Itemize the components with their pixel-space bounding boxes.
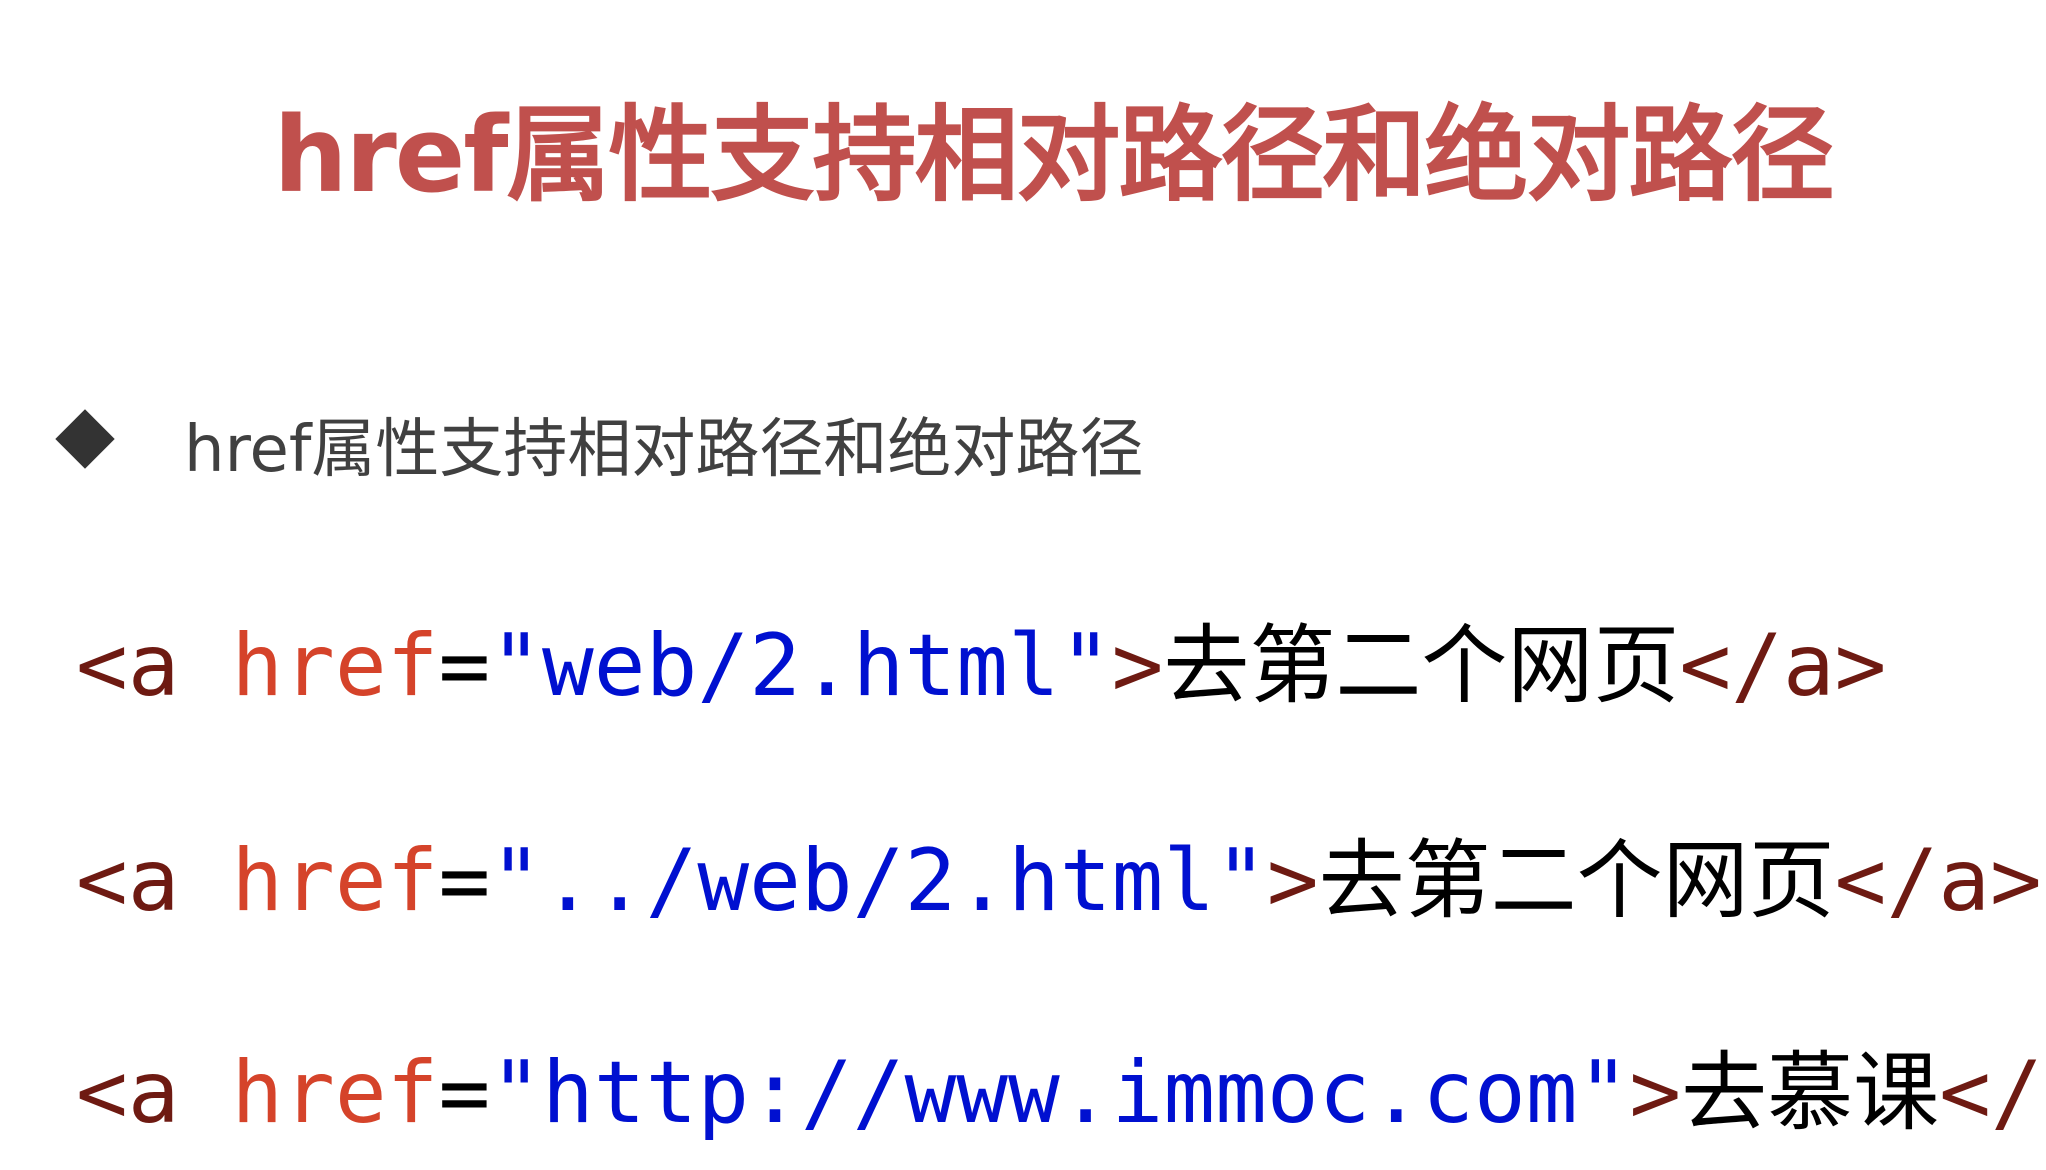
tag-close: >	[1629, 1043, 1682, 1143]
link-text: 去第二个网页	[1163, 616, 1680, 716]
tag-end: </a>	[1939, 1043, 2046, 1143]
equals: =	[438, 831, 491, 931]
link-text: 去第二个网页	[1318, 831, 1835, 931]
equals: =	[438, 616, 491, 716]
attr-value: "../web/2.html"	[490, 831, 1267, 931]
diamond-bullet-icon	[55, 409, 115, 469]
slide-title: href属性支持相对路径和绝对路径	[273, 94, 1834, 216]
code-line-relative: <a href="web/2.html">去第二个网页</a>	[76, 595, 1886, 720]
attr-name: href	[231, 616, 439, 716]
tag-end: </a>	[1834, 831, 2042, 931]
bullet-text: href属性支持相对路径和绝对路径	[184, 413, 1144, 487]
tag-close: >	[1266, 831, 1319, 931]
link-text: 去慕课	[1681, 1043, 1940, 1143]
tag-open: <a	[76, 831, 232, 931]
tag-close: >	[1111, 616, 1164, 716]
tag-open: <a	[76, 1043, 232, 1143]
attr-value: "web/2.html"	[490, 616, 1112, 716]
equals: =	[438, 1043, 491, 1143]
attr-name: href	[231, 831, 439, 931]
attr-name: href	[231, 1043, 439, 1143]
tag-open: <a	[76, 616, 232, 716]
code-line-absolute: <a href="http://www.immoc.com">去慕课</a>	[76, 1022, 2046, 1147]
tag-end: </a>	[1679, 616, 1887, 716]
code-line-parent-relative: <a href="../web/2.html">去第二个网页</a>	[76, 810, 2042, 935]
attr-value: "http://www.immoc.com"	[490, 1043, 1630, 1143]
